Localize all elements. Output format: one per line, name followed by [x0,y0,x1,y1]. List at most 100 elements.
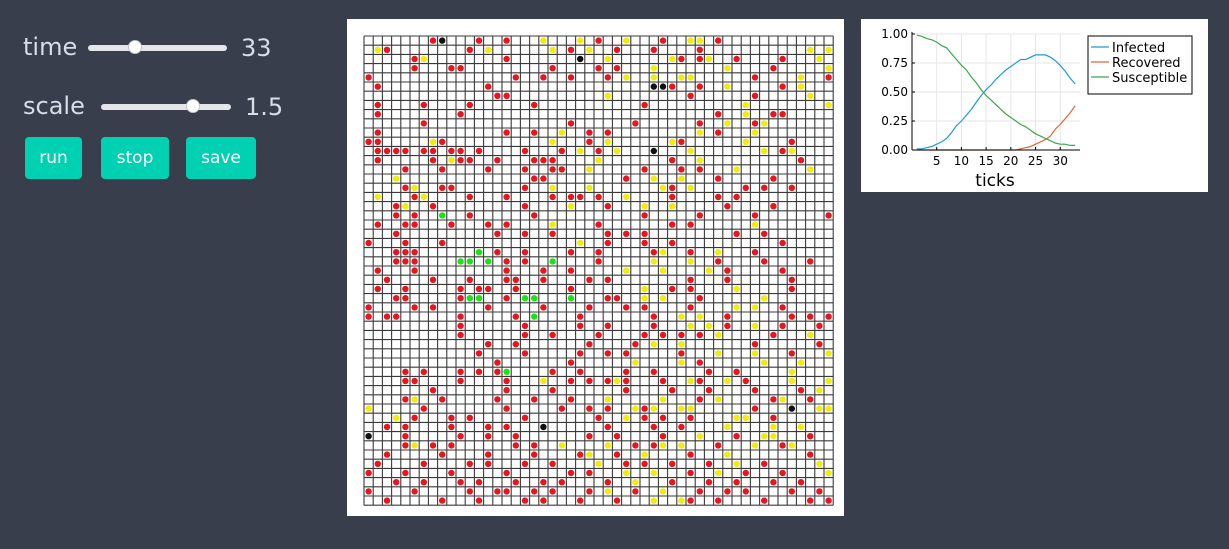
scale-slider[interactable] [101,99,231,113]
infected-agent [586,469,593,477]
infected-agent [503,387,510,394]
scale-control: scale [23,94,85,118]
infected-agent [448,65,455,72]
infected-agent [374,83,381,90]
scale-slider-knob[interactable] [186,99,201,113]
infected-agent [715,193,722,201]
infected-agent [503,37,510,44]
infected-agent [374,101,381,109]
recovered-agent [577,239,584,247]
infected-agent [623,175,630,182]
infected-agent [788,184,795,191]
infected-agent [374,111,381,118]
infected-agent [383,423,391,431]
infected-agent [751,120,759,127]
susceptible-agent [531,313,538,320]
infected-agent [696,396,703,403]
infected-agent [687,285,694,293]
infected-agent [604,423,611,431]
infected-agent [567,193,575,201]
infected-agent [383,313,391,320]
infected-agent [742,469,749,477]
infected-agent [485,285,492,293]
save-button[interactable]: save [186,137,256,179]
infected-agent [696,46,703,53]
infected-agent [632,442,639,449]
infected-agent [549,157,556,164]
infected-agent [567,249,575,256]
infected-agent [724,488,731,495]
infected-agent [641,414,648,421]
simulation-grid [363,35,834,506]
infected-agent [448,147,455,155]
infected-agent [411,258,418,265]
infected-agent [402,147,409,155]
infected-agent [687,451,694,458]
infected-agent [650,249,657,256]
scale-label: scale [23,92,85,120]
time-value: 33 [241,34,272,62]
recovered-agent [420,55,427,63]
infected-agent [751,92,759,100]
infected-agent [761,230,768,237]
infected-agent [411,377,418,385]
infected-agent [669,239,676,247]
stop-button[interactable]: stop [101,137,169,179]
infected-agent [475,350,483,357]
infected-agent [521,350,529,357]
run-button[interactable]: run [25,137,82,179]
infected-agent [641,166,648,173]
susceptible-agent [475,249,483,256]
infected-agent [411,65,418,72]
time-slider-knob[interactable] [128,40,143,54]
recovered-agent [742,138,749,145]
recovered-agent [659,184,667,191]
x-tick-label: 10 [954,154,969,168]
infected-agent [485,433,492,440]
infected-agent [715,129,722,136]
recovered-agent [485,46,492,53]
infected-agent [448,469,455,477]
recovered-agent [797,359,805,366]
infected-agent [641,304,648,311]
infected-agent [724,267,731,274]
dead-agent [577,55,584,63]
infected-agent [549,230,556,237]
recovered-agent [678,359,685,366]
x-axis-label: ticks [975,171,1015,191]
infected-agent [503,55,510,63]
recovered-agent [751,221,759,228]
infected-agent [761,497,768,504]
recovered-agent [816,405,823,412]
recovered-agent [411,442,418,449]
infected-agent [733,55,740,63]
infected-agent [521,497,529,504]
legend-entry: Recovered [1112,56,1181,71]
infected-agent [383,497,391,504]
time-slider[interactable] [88,40,227,54]
infected-agent [623,387,630,394]
infected-agent [439,396,446,403]
infected-agent [402,239,409,247]
infected-agent [807,451,814,458]
infected-agent [485,460,492,467]
recovered-agent [715,350,722,357]
infected-agent [678,166,685,173]
infected-agent [761,184,768,191]
infected-agent [797,479,805,486]
infected-agent [374,460,381,467]
infected-agent [742,377,749,385]
infected-agent [466,488,473,495]
infected-agent [402,433,409,440]
recovered-agent [797,83,805,90]
infected-agent [521,331,529,339]
infected-agent [503,423,510,431]
infected-agent [475,147,483,155]
infected-agent [724,313,731,320]
recovered-agent [724,83,731,90]
infected-agent [567,469,575,477]
infected-agent [604,203,611,210]
infected-agent [393,258,400,265]
infected-agent [457,147,464,155]
infected-agent [659,377,667,385]
